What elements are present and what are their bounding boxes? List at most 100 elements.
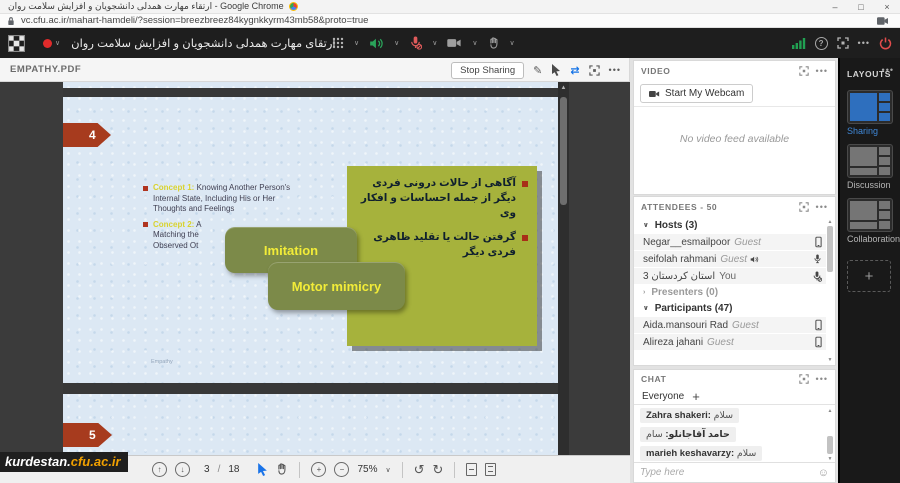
zoom-level[interactable]: 75% [357, 464, 377, 475]
close-button[interactable]: × [874, 2, 900, 12]
pan-hand-icon[interactable] [276, 463, 288, 476]
side-pods-column: VIDEO ••• Start My Webcam No video feed … [630, 58, 840, 483]
presenters-section-header[interactable]: › Presenters (0) [634, 284, 835, 300]
attendees-scrollbar[interactable]: ▲ ▼ [826, 219, 834, 363]
bullet-label: Concept 1: [153, 183, 194, 192]
pointer-icon[interactable] [551, 64, 561, 76]
pdf-page: 4 Concept 1: Knowing Another Person's In… [63, 82, 558, 455]
pod-options-icon[interactable]: ••• [816, 374, 828, 384]
layout-thumb-collaboration[interactable] [847, 198, 893, 232]
scrollbar-thumb[interactable] [560, 97, 567, 205]
rotate-right-button[interactable]: ↻ [433, 462, 444, 478]
layout-thumb-discussion[interactable] [847, 144, 893, 178]
phone-icon [815, 319, 822, 331]
scrollbar-thumb[interactable] [827, 436, 833, 454]
scroll-down-icon[interactable]: ▼ [826, 357, 834, 363]
url-bar[interactable]: vc.cfu.ac.ir/mahart-hamdeli/?session=bre… [0, 14, 900, 28]
attendee-role: Guest [734, 237, 761, 248]
bullet-square-icon [143, 222, 148, 227]
draw-pencil-icon[interactable]: ✎ [533, 64, 542, 77]
slide-number: 4 [89, 128, 96, 142]
bullet-label: Concept 2: [153, 220, 194, 229]
chevron-down-icon[interactable]: ∨ [432, 39, 437, 47]
start-webcam-button[interactable]: Start My Webcam [640, 84, 753, 103]
sync-navigation-icon[interactable]: ⇄ [570, 64, 579, 77]
pod-options-icon[interactable]: ••• [816, 202, 828, 212]
connection-signal-icon[interactable] [792, 38, 806, 49]
add-chat-tab-button[interactable]: + [692, 389, 700, 404]
chat-message-input[interactable] [640, 467, 818, 478]
select-tool-icon[interactable] [257, 463, 268, 476]
attendee-row[interactable]: seifolah rahmani Guest [634, 251, 826, 267]
zoom-in-button[interactable]: + [311, 462, 326, 477]
participants-section-header[interactable]: ∨ Participants (47) [634, 300, 835, 316]
fullscreen-icon[interactable] [799, 374, 809, 384]
layout-thumb-sharing[interactable] [847, 90, 893, 124]
camera-permission-icon[interactable] [877, 17, 888, 25]
more-options-icon[interactable]: ••• [858, 38, 870, 48]
hosts-section-header[interactable]: ∨ Hosts (3) [634, 217, 835, 233]
fullscreen-icon[interactable] [799, 66, 809, 76]
pod-options-icon[interactable]: ••• [816, 66, 828, 76]
raise-hand-icon[interactable] [488, 37, 500, 50]
emoticon-icon[interactable]: ☺ [818, 467, 829, 479]
maximize-button[interactable]: □ [848, 2, 874, 12]
fullscreen-icon[interactable] [837, 37, 849, 49]
attendee-row-you[interactable]: استان کردستان 3 You [634, 268, 826, 284]
attendee-row[interactable]: Aida.mansouri Rad Guest [634, 317, 826, 333]
chat-text: سلام [714, 410, 734, 421]
layout-label-sharing[interactable]: Sharing [847, 126, 900, 136]
add-layout-button[interactable]: + [847, 260, 891, 292]
scrollbar-thumb[interactable] [827, 226, 833, 272]
document-viewer: 4 Concept 1: Knowing Another Person's In… [0, 82, 630, 455]
page-scrollbar[interactable]: ▲ [558, 82, 569, 455]
layout-label-discussion[interactable]: Discussion [847, 180, 900, 190]
fullscreen-icon[interactable] [589, 65, 600, 76]
share-pod-title: EMPATHY.PDF [10, 64, 81, 75]
speaker-icon[interactable] [369, 37, 384, 50]
pod-options-icon[interactable]: ••• [609, 65, 621, 75]
chat-scrollbar[interactable]: ▲ ▼ [826, 408, 834, 462]
green-box-item: گرفتن حالت یا تقلید ظاهری فردی دیگر [356, 230, 528, 260]
power-exit-icon[interactable] [879, 37, 892, 50]
attendee-row[interactable]: Negar__esmailpoor Guest [634, 234, 826, 250]
scroll-up-icon[interactable]: ▲ [826, 219, 834, 225]
microphone-muted-icon[interactable] [409, 36, 422, 50]
watermark-prefix: kurdestan. [5, 454, 71, 469]
green-box-text: گرفتن حالت یا تقلید ظاهری فردی دیگر [356, 230, 516, 260]
attendee-row[interactable]: Alireza jahani Guest [634, 334, 826, 350]
fit-width-button[interactable] [466, 463, 477, 476]
previous-page-button[interactable]: ↑ [152, 462, 167, 477]
chevron-down-icon[interactable]: ∨ [394, 39, 399, 47]
adobe-connect-logo-icon[interactable] [8, 35, 25, 52]
video-pod-title: VIDEO [641, 66, 670, 76]
layouts-options-icon[interactable]: ••• [882, 65, 894, 75]
chat-tab-everyone[interactable]: Everyone [642, 391, 684, 402]
minimize-button[interactable]: – [822, 2, 848, 12]
chevron-down-icon[interactable]: ∨ [55, 39, 60, 47]
collapse-icon: ∨ [643, 221, 649, 229]
browser-titlebar: ارتقاء مهارت همدلی دانشجویان و افزایش سل… [0, 0, 900, 14]
zoom-out-button[interactable]: − [334, 462, 349, 477]
fit-page-button[interactable] [485, 463, 496, 476]
chevron-down-icon[interactable]: ∨ [510, 39, 515, 47]
chevron-down-icon[interactable]: ∨ [354, 39, 359, 47]
url-text: vc.cfu.ac.ir/mahart-hamdeli/?session=bre… [21, 15, 368, 26]
current-page[interactable]: 3 [204, 464, 210, 475]
chevron-down-icon[interactable]: ∨ [472, 39, 477, 47]
layout-label-collaboration[interactable]: Collaboration [847, 234, 900, 244]
scroll-up-icon[interactable]: ▲ [558, 82, 569, 91]
attendee-role: Guest [732, 320, 759, 331]
next-page-button[interactable]: ↓ [175, 462, 190, 477]
bullet-text: Internal State, Including His or Her [153, 194, 275, 203]
zoom-dropdown-icon[interactable]: ∨ [385, 466, 390, 474]
fullscreen-icon[interactable] [799, 202, 809, 212]
stop-sharing-button[interactable]: Stop Sharing [451, 62, 524, 79]
help-icon[interactable]: ? [815, 37, 828, 50]
meeting-toolbar: ∨ ارتقای مهارت همدلی دانشجویان و افزایش … [0, 28, 900, 58]
pods-grid-icon[interactable] [332, 37, 344, 49]
webcam-icon[interactable] [447, 38, 462, 48]
window-title: ارتقاء مهارت همدلی دانشجویان و افزایش سل… [8, 1, 284, 12]
rotate-left-button[interactable]: ↺ [414, 462, 425, 478]
scroll-up-icon[interactable]: ▲ [826, 408, 834, 414]
